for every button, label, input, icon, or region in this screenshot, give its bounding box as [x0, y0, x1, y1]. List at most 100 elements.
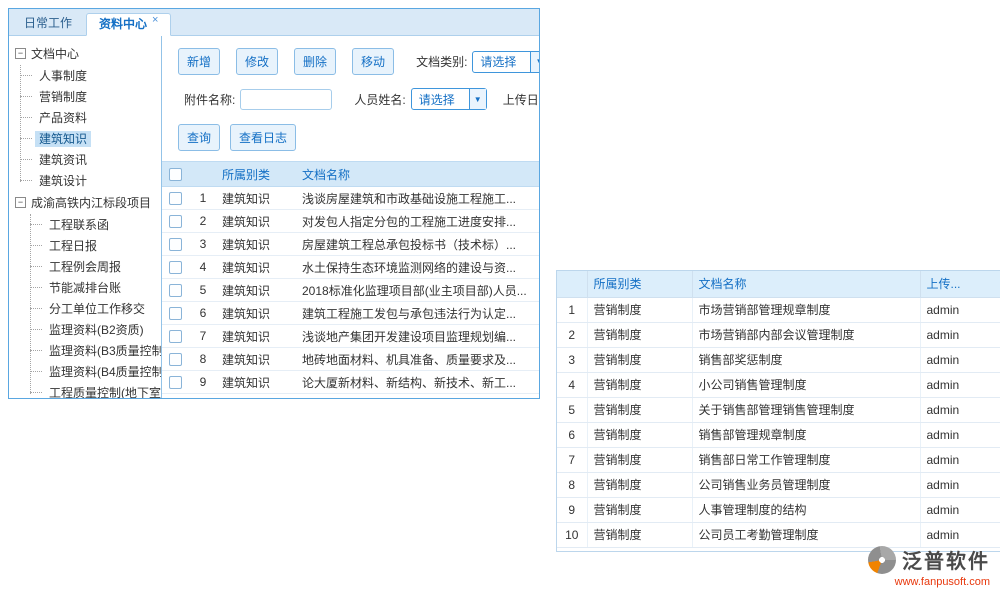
collapse-icon[interactable]: −: [15, 197, 26, 208]
table-row[interactable]: 6 营销制度 销售部管理规章制度 admin: [557, 422, 1000, 447]
attachment-name-input[interactable]: [240, 89, 332, 110]
row-doc-name[interactable]: 销售部日常工作管理制度: [692, 447, 920, 472]
row-category: 建筑知识: [218, 279, 298, 302]
table-row[interactable]: 10 建筑知识 大厦地下室加气砼墙砌筑工程的施工方...: [162, 394, 539, 400]
table-row[interactable]: 4 营销制度 小公司销售管理制度 admin: [557, 372, 1000, 397]
table-row[interactable]: 5 营销制度 关于销售部管理销售管理制度 admin: [557, 397, 1000, 422]
row-doc-name[interactable]: 浅谈房屋建筑和市政基础设施工程施工...: [298, 187, 539, 210]
table-row[interactable]: 3 建筑知识 房屋建筑工程总承包投标书（技术标）...: [162, 233, 539, 256]
row-doc-name[interactable]: 房屋建筑工程总承包投标书（技术标）...: [298, 233, 539, 256]
table-row[interactable]: 2 建筑知识 对发包人指定分包的工程施工进度安排...: [162, 210, 539, 233]
row-index: 5: [188, 279, 218, 302]
row-category: 建筑知识: [218, 325, 298, 348]
row-doc-name[interactable]: 水土保持生态环境监测网络的建设与资...: [298, 256, 539, 279]
tree-node-doc-center[interactable]: − 文档中心: [9, 42, 161, 65]
table-row[interactable]: 3 营销制度 销售部奖惩制度 admin: [557, 347, 1000, 372]
doc-category-select[interactable]: 请选择 ▼: [472, 51, 539, 73]
delete-button[interactable]: 删除: [294, 48, 336, 75]
row-category: 营销制度: [587, 422, 692, 447]
table-row[interactable]: 10 营销制度 公司员工考勤管理制度 admin: [557, 522, 1000, 547]
move-button[interactable]: 移动: [352, 48, 394, 75]
row-doc-name[interactable]: 2018标准化监理项目部(业主项目部)人员...: [298, 279, 539, 302]
tree-item-contact-letter[interactable]: 工程联系函: [9, 214, 161, 235]
tree-item-work-transfer[interactable]: 分工单位工作移交: [9, 298, 161, 319]
row-checkbox[interactable]: [169, 215, 182, 228]
tree-item-quality-basement[interactable]: 工程质量控制(地下室): [9, 382, 161, 399]
marketing-table: 所属别类 文档名称 上传... 1 营销制度 市场营销部管理规章制度 admin…: [557, 271, 1000, 548]
uploader-column-header[interactable]: 上传...: [920, 271, 1000, 297]
row-category: 建筑知识: [218, 371, 298, 394]
query-button[interactable]: 查询: [178, 124, 220, 151]
table-row[interactable]: 4 建筑知识 水土保持生态环境监测网络的建设与资...: [162, 256, 539, 279]
tree-item-weekly-meeting[interactable]: 工程例会周报: [9, 256, 161, 277]
row-checkbox[interactable]: [169, 284, 182, 297]
modify-button[interactable]: 修改: [236, 48, 278, 75]
doc-name-column-header: 文档名称: [692, 271, 920, 297]
row-checkbox[interactable]: [169, 261, 182, 274]
row-index: 7: [557, 447, 587, 472]
table-row[interactable]: 1 营销制度 市场营销部管理规章制度 admin: [557, 297, 1000, 322]
tree-item-building-knowledge[interactable]: 建筑知识: [9, 128, 161, 149]
row-doc-name[interactable]: 销售部奖惩制度: [692, 347, 920, 372]
row-checkbox[interactable]: [169, 307, 182, 320]
table-row[interactable]: 5 建筑知识 2018标准化监理项目部(业主项目部)人员...: [162, 279, 539, 302]
tree-item-building-design[interactable]: 建筑设计: [9, 170, 161, 191]
row-index: 8: [557, 472, 587, 497]
row-doc-name[interactable]: 论大厦新材料、新结构、新技术、新工...: [298, 371, 539, 394]
row-doc-name[interactable]: 公司销售业务员管理制度: [692, 472, 920, 497]
row-category: 建筑知识: [218, 187, 298, 210]
table-row[interactable]: 7 建筑知识 浅谈地产集团开发建设项目监理规划编...: [162, 325, 539, 348]
tree-item-daily-report[interactable]: 工程日报: [9, 235, 161, 256]
row-index: 6: [188, 302, 218, 325]
tree-item-supervision-b3[interactable]: 监理资料(B3质量控制): [9, 340, 161, 361]
row-doc-name[interactable]: 小公司销售管理制度: [692, 372, 920, 397]
tree-item-supervision-b2[interactable]: 监理资料(B2资质): [9, 319, 161, 340]
row-doc-name[interactable]: 公司员工考勤管理制度: [692, 522, 920, 547]
row-checkbox[interactable]: [169, 192, 182, 205]
person-name-select[interactable]: 请选择 ▼: [411, 88, 487, 110]
tree-item-marketing-policy[interactable]: 营销制度: [9, 86, 161, 107]
select-all-checkbox[interactable]: [169, 168, 182, 181]
row-doc-name[interactable]: 地砖地面材料、机具准备、质量要求及...: [298, 348, 539, 371]
row-checkbox[interactable]: [169, 353, 182, 366]
row-doc-name[interactable]: 对发包人指定分包的工程施工进度安排...: [298, 210, 539, 233]
view-log-button[interactable]: 查看日志: [230, 124, 296, 151]
tree-node-project-label: 成渝高铁内江标段项目: [31, 194, 151, 211]
row-doc-name[interactable]: 建筑工程施工发包与承包违法行为认定...: [298, 302, 539, 325]
collapse-icon[interactable]: −: [15, 48, 26, 59]
tree-item-hr-policy[interactable]: 人事制度: [9, 65, 161, 86]
table-row[interactable]: 7 营销制度 销售部日常工作管理制度 admin: [557, 447, 1000, 472]
table-row[interactable]: 2 营销制度 市场营销部内部会议管理制度 admin: [557, 322, 1000, 347]
table-row[interactable]: 9 建筑知识 论大厦新材料、新结构、新技术、新工...: [162, 371, 539, 394]
table-row[interactable]: 9 营销制度 人事管理制度的结构 admin: [557, 497, 1000, 522]
table-row[interactable]: 6 建筑知识 建筑工程施工发包与承包违法行为认定...: [162, 302, 539, 325]
row-checkbox[interactable]: [169, 238, 182, 251]
row-index: 9: [188, 371, 218, 394]
table-row[interactable]: 8 建筑知识 地砖地面材料、机具准备、质量要求及...: [162, 348, 539, 371]
table-row[interactable]: 1 建筑知识 浅谈房屋建筑和市政基础设施工程施工...: [162, 187, 539, 210]
tree-node-doc-center-label: 文档中心: [31, 45, 79, 62]
person-name-label: 人员姓名:: [354, 91, 405, 108]
tab-data-center[interactable]: 资料中心 ×: [86, 13, 171, 36]
tree-item-energy-ledger[interactable]: 节能减排台账: [9, 277, 161, 298]
row-doc-name[interactable]: 销售部管理规章制度: [692, 422, 920, 447]
table-row[interactable]: 8 营销制度 公司销售业务员管理制度 admin: [557, 472, 1000, 497]
tree-item-building-news[interactable]: 建筑资讯: [9, 149, 161, 170]
row-doc-name[interactable]: 人事管理制度的结构: [692, 497, 920, 522]
row-doc-name[interactable]: 市场营销部管理规章制度: [692, 297, 920, 322]
row-index: 3: [557, 347, 587, 372]
tree-node-project[interactable]: − 成渝高铁内江标段项目: [9, 191, 161, 214]
row-doc-name[interactable]: 浅谈地产集团开发建设项目监理规划编...: [298, 325, 539, 348]
tree-item-supervision-b4[interactable]: 监理资料(B4质量控制): [9, 361, 161, 382]
row-doc-name[interactable]: 市场营销部内部会议管理制度: [692, 322, 920, 347]
row-checkbox[interactable]: [169, 376, 182, 389]
tree-item-product-materials[interactable]: 产品资料: [9, 107, 161, 128]
row-checkbox[interactable]: [169, 330, 182, 343]
close-icon[interactable]: ×: [152, 9, 158, 32]
row-category: 建筑知识: [218, 233, 298, 256]
tab-daily-work[interactable]: 日常工作: [12, 12, 84, 35]
row-doc-name[interactable]: 关于销售部管理销售管理制度: [692, 397, 920, 422]
row-index: 10: [557, 522, 587, 547]
row-doc-name[interactable]: 大厦地下室加气砼墙砌筑工程的施工方...: [298, 394, 539, 400]
add-button[interactable]: 新增: [178, 48, 220, 75]
